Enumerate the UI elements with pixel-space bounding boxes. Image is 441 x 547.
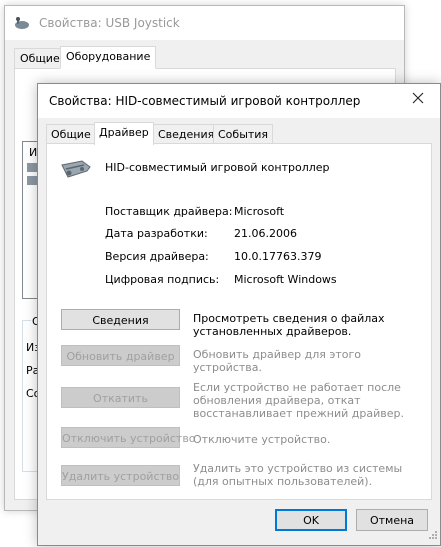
cancel-button[interactable]: Отмена (356, 509, 428, 531)
device-name: HID-совместимый игровой контроллер (105, 161, 330, 174)
uninstall-device-button[interactable]: Удалить устройство (61, 465, 180, 486)
update-driver-button[interactable]: Обновить драйвер (61, 345, 180, 366)
driver-details-desc: Просмотреть сведения о файлах установлен… (193, 312, 385, 338)
back-tab-hardware[interactable]: Оборудование (60, 46, 157, 69)
back-window-title: Свойства: USB Joystick (39, 16, 180, 30)
back-titlebar[interactable]: Свойства: USB Joystick (5, 6, 404, 40)
version-label: Версия драйвера: (105, 250, 209, 263)
version-value: 10.0.17763.379 (234, 250, 322, 263)
date-value: 21.06.2006 (234, 227, 297, 240)
joystick-icon (14, 16, 30, 33)
gamepad-icon (60, 159, 92, 184)
rollback-driver-desc: Если устройство не работает после обновл… (193, 381, 404, 420)
uninstall-device-desc: Удалить это устройство из системы (для о… (193, 462, 403, 488)
provider-value: Microsoft (234, 205, 285, 218)
tab-driver[interactable]: Драйвер (94, 122, 154, 145)
ok-button[interactable]: OK (275, 509, 347, 531)
disable-device-button[interactable]: Отключить устройство (61, 427, 196, 448)
tab-events[interactable]: События (213, 124, 274, 144)
signer-label: Цифровая подпись: (105, 273, 220, 286)
update-driver-desc: Обновить драйвер для этого устройства. (193, 348, 362, 374)
disable-device-desc: Отключите устройство. (193, 433, 331, 446)
close-icon (412, 92, 424, 104)
back-tab-general[interactable]: Общие (14, 48, 66, 69)
properties-dialog: Свойства: HID-совместимый игровой контро… (37, 83, 441, 546)
dialog-title: Свойства: HID-совместимый игровой контро… (49, 94, 361, 108)
close-button[interactable] (396, 84, 440, 116)
dialog-titlebar[interactable]: Свойства: HID-совместимый игровой контро… (38, 84, 440, 118)
resize-grip-icon[interactable] (428, 530, 438, 543)
signer-value: Microsoft Windows (234, 273, 337, 286)
provider-label: Поставщик драйвера: (105, 205, 233, 218)
date-label: Дата разработки: (105, 227, 208, 240)
tab-details[interactable]: Сведения (153, 124, 220, 144)
tab-general[interactable]: Общие (46, 124, 96, 144)
rollback-driver-button[interactable]: Откатить (61, 387, 180, 408)
driver-details-button[interactable]: Сведения (61, 309, 180, 330)
